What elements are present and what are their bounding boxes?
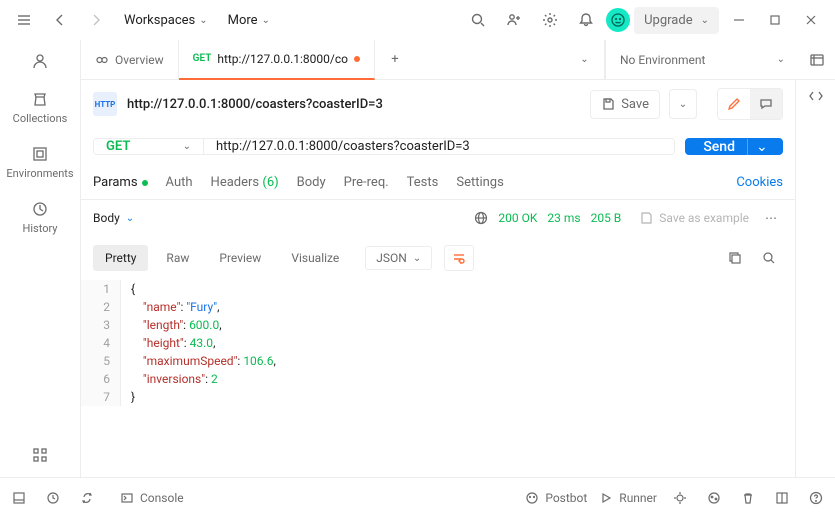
sidebar-item-history[interactable]: History	[19, 196, 62, 239]
search-icon[interactable]	[462, 4, 494, 36]
notification-icon[interactable]	[570, 4, 602, 36]
more-menu[interactable]: More ⌄	[220, 7, 278, 34]
upgrade-button[interactable]: Upgrade ⌄	[634, 7, 719, 34]
settings-icon[interactable]	[534, 4, 566, 36]
http-badge: HTTP	[93, 92, 117, 116]
search-response-icon[interactable]	[755, 242, 783, 274]
method-selector[interactable]: GET ⌄	[94, 139, 204, 154]
edit-icon[interactable]	[718, 89, 750, 119]
response-time: 23 ms	[547, 211, 580, 225]
sidebar-item-label: Collections	[13, 112, 68, 125]
postbot-button[interactable]: Postbot	[525, 491, 587, 505]
tab-request[interactable]: GET http://127.0.0.1:8000/co	[179, 40, 375, 80]
close-icon[interactable]	[795, 4, 827, 36]
maximize-icon[interactable]	[759, 4, 791, 36]
viewtab-visualize[interactable]: Visualize	[279, 245, 351, 271]
reqtab-params[interactable]: Params	[93, 175, 148, 190]
reqtab-body[interactable]: Body	[297, 175, 326, 190]
sidebar-item-apps[interactable]	[28, 443, 52, 467]
footer-layout-icon[interactable]	[771, 482, 793, 514]
sidebar-item-environments[interactable]: Environments	[2, 141, 77, 184]
reqtab-auth[interactable]: Auth	[166, 175, 193, 190]
method-label: GET	[106, 139, 130, 154]
breadcrumb: http://127.0.0.1:8000/coasters?coasterID…	[127, 97, 383, 112]
more-label: More	[228, 13, 258, 28]
viewtab-pretty[interactable]: Pretty	[93, 245, 148, 271]
reqtab-prereq[interactable]: Pre-req.	[344, 175, 389, 190]
response-body-selector[interactable]: Body⌄	[93, 211, 134, 225]
copy-icon[interactable]	[721, 242, 749, 274]
back-icon[interactable]	[44, 4, 76, 36]
chevron-down-icon: ⌄	[262, 15, 270, 26]
tab-label: Overview	[115, 53, 164, 67]
workspaces-label: Workspaces	[124, 13, 195, 28]
sidebar-item-collections[interactable]: Collections	[9, 86, 72, 129]
tabs-dropdown[interactable]: ⌄	[565, 40, 605, 80]
reqtab-tests[interactable]: Tests	[407, 175, 439, 190]
tab-overview[interactable]: Overview	[81, 40, 179, 80]
chevron-down-icon: ⌄	[183, 141, 191, 152]
cookies-link[interactable]: Cookies	[736, 175, 783, 190]
new-tab-button[interactable]: +	[375, 52, 415, 67]
more-icon[interactable]: ⋯	[759, 202, 783, 234]
reqtab-headers[interactable]: Headers (6)	[211, 175, 279, 190]
sidebar-item-label: History	[23, 222, 58, 235]
send-label: Send	[703, 139, 735, 155]
save-button[interactable]: Save	[590, 90, 660, 119]
chevron-down-icon: ⌄	[777, 54, 785, 65]
code-panel-icon[interactable]	[808, 88, 824, 104]
reqtab-settings[interactable]: Settings	[456, 175, 503, 190]
tab-method: GET	[193, 53, 212, 64]
workspaces-menu[interactable]: Workspaces ⌄	[116, 7, 216, 34]
url-input[interactable]	[204, 139, 674, 154]
footer-help-icon[interactable]	[805, 482, 827, 514]
unsaved-indicator	[354, 56, 360, 62]
footer-trash-icon[interactable]	[737, 482, 759, 514]
forward-icon[interactable]	[80, 4, 112, 36]
sidebar-item-label: Environments	[6, 167, 73, 180]
hamburger-icon[interactable]	[8, 4, 40, 36]
viewtab-preview[interactable]: Preview	[207, 245, 273, 271]
upgrade-label: Upgrade	[644, 13, 692, 28]
response-body[interactable]: 1234567 { "name": "Fury", "length": 600.…	[81, 280, 795, 406]
response-size: 205 B	[591, 211, 622, 225]
minimize-icon[interactable]	[723, 4, 755, 36]
tab-url: http://127.0.0.1:8000/co	[217, 52, 348, 66]
footer-cookies-icon[interactable]	[703, 482, 725, 514]
footer-panel-icon[interactable]	[8, 482, 30, 514]
save-example-button[interactable]: Save as example	[639, 211, 749, 225]
sidebar-item-profile[interactable]	[27, 48, 53, 74]
console-button[interactable]: Console	[120, 491, 184, 505]
active-indicator	[142, 180, 148, 186]
viewtab-raw[interactable]: Raw	[154, 245, 201, 271]
line-gutter: 1234567	[81, 280, 121, 406]
globe-icon[interactable]	[474, 211, 488, 225]
footer-capture-icon[interactable]	[669, 482, 691, 514]
send-dropdown[interactable]: ⌄	[747, 139, 765, 155]
chevron-down-icon: ⌄	[701, 15, 709, 26]
footer-find-icon[interactable]	[42, 482, 64, 514]
env-label: No Environment	[620, 53, 705, 67]
wrap-lines-icon[interactable]	[444, 245, 474, 271]
format-selector[interactable]: JSON⌄	[365, 246, 432, 270]
avatar[interactable]	[606, 8, 630, 32]
save-dropdown[interactable]: ⌄	[669, 89, 697, 119]
environment-selector[interactable]: No Environment ⌄	[606, 53, 799, 67]
chevron-down-icon: ⌄	[199, 15, 207, 26]
invite-icon[interactable]	[498, 4, 530, 36]
send-button[interactable]: Send ⌄	[685, 138, 783, 155]
env-quicklook-icon[interactable]	[799, 44, 835, 76]
comment-icon[interactable]	[750, 89, 782, 119]
runner-button[interactable]: Runner	[599, 491, 657, 505]
footer-sync-icon[interactable]	[76, 482, 98, 514]
status-code: 200 OK	[498, 211, 537, 225]
save-label: Save	[621, 97, 649, 112]
